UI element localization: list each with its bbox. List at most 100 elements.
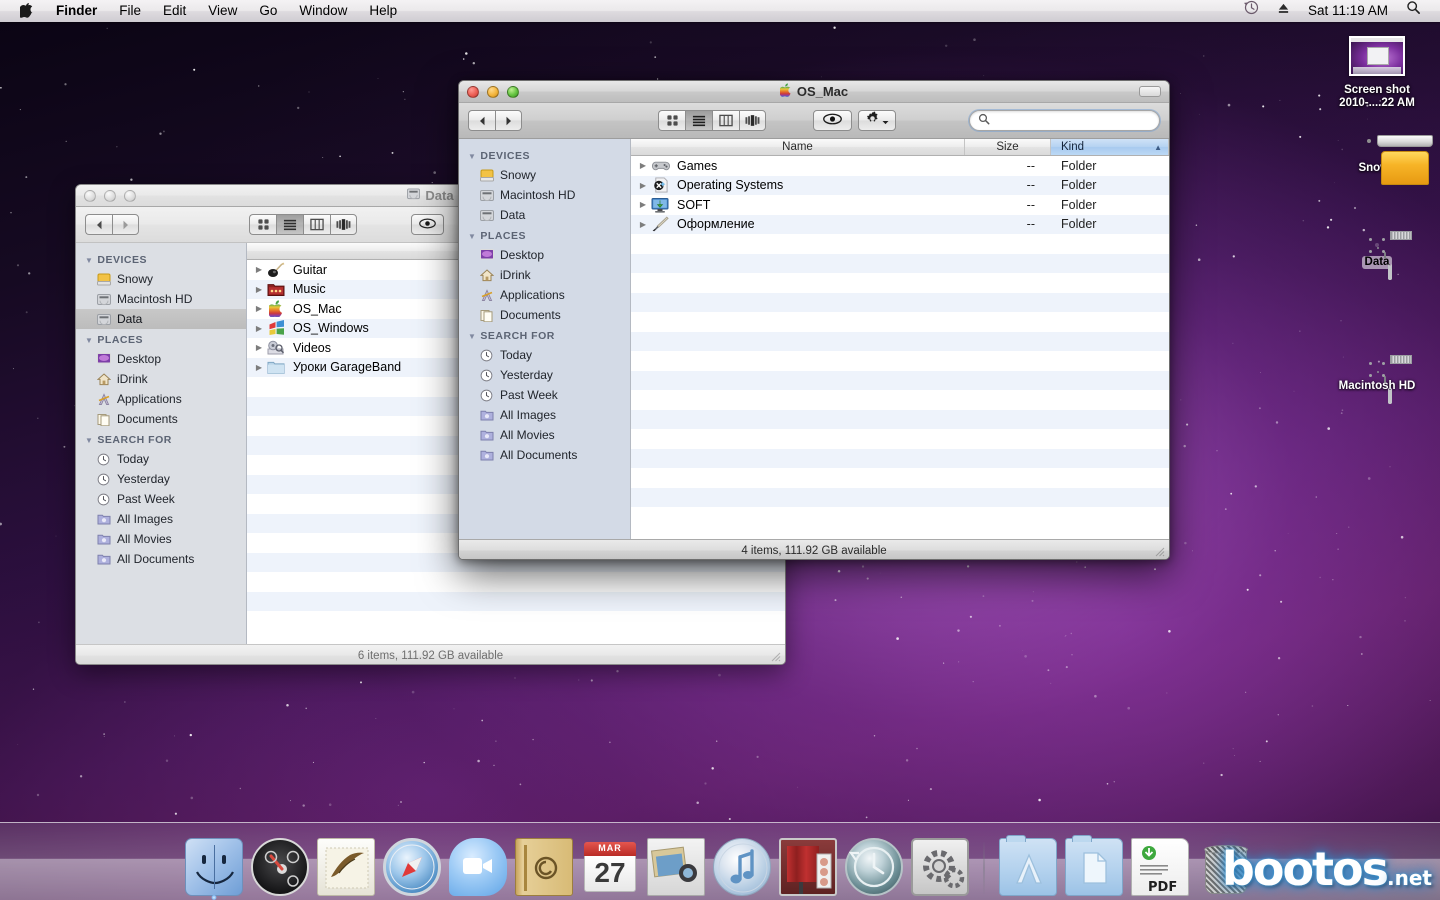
sidebar-item-desktop[interactable]: Desktop — [76, 349, 246, 369]
dock-item-address-book[interactable] — [515, 838, 573, 896]
sidebar-item-desktop[interactable]: Desktop — [459, 245, 630, 265]
dock-item-iphoto[interactable] — [647, 838, 705, 896]
sidebar-section-places[interactable]: ▼ PLACES — [76, 329, 246, 349]
dock-item-pdf-file[interactable]: PDF — [1131, 838, 1189, 896]
sidebar-item-macintosh-hd[interactable]: Macintosh HD — [459, 185, 630, 205]
eject-icon[interactable] — [1268, 0, 1299, 22]
sidebar-item-data[interactable]: Data — [459, 205, 630, 225]
window-controls[interactable] — [459, 85, 519, 98]
search-input[interactable] — [969, 110, 1160, 131]
disclosure-triangle-icon[interactable]: ▶ — [247, 363, 265, 372]
navigation-buttons[interactable] — [468, 110, 522, 131]
column-header-kind[interactable]: Kind ▲ — [1051, 139, 1169, 155]
sidebar-item-documents[interactable]: Documents — [76, 409, 246, 429]
list-icon[interactable] — [685, 110, 712, 131]
sidebar-item-all-documents[interactable]: All Documents — [459, 445, 630, 465]
back-arrow-icon[interactable] — [85, 214, 112, 235]
toolbar-toggle-button[interactable] — [1139, 86, 1161, 97]
table-row[interactable]: ▶ Оформление -- Folder — [631, 214, 1169, 234]
sidebar-item-all-documents[interactable]: All Documents — [76, 549, 246, 569]
sidebar[interactable]: ▼ DEVICES Snowy Macintosh HD Data ▼ PLAC… — [459, 139, 631, 539]
sidebar-item-yesterday[interactable]: Yesterday — [76, 469, 246, 489]
dock-item-finder[interactable] — [185, 838, 243, 900]
sidebar-item-past-week[interactable]: Past Week — [76, 489, 246, 509]
sidebar-item-snowy[interactable]: Snowy — [459, 165, 630, 185]
view-mode-buttons[interactable] — [658, 110, 766, 131]
minimize-button[interactable] — [104, 189, 116, 202]
finder-window-os-mac[interactable]: OS_Mac ▼ DEVICES Snowy Macintosh HD Data… — [458, 80, 1170, 560]
dock-item-safari[interactable] — [383, 838, 441, 896]
disclosure-triangle-icon[interactable]: ▶ — [631, 161, 649, 170]
list-icon[interactable] — [276, 214, 303, 235]
sidebar-item-today[interactable]: Today — [76, 449, 246, 469]
zoom-button[interactable] — [507, 85, 519, 98]
back-arrow-icon[interactable] — [468, 110, 495, 131]
menu-file[interactable]: File — [108, 0, 152, 22]
dock-item-ichat[interactable] — [449, 838, 507, 896]
disclosure-triangle-icon[interactable]: ▶ — [631, 181, 649, 190]
navigation-buttons[interactable] — [85, 214, 139, 235]
sidebar-section-devices[interactable]: ▼ DEVICES — [459, 145, 630, 165]
forward-arrow-icon[interactable] — [495, 110, 522, 131]
dock-item-mail[interactable] — [317, 838, 375, 896]
search-text-field[interactable] — [994, 113, 1151, 128]
sidebar-item-idrink[interactable]: iDrink — [76, 369, 246, 389]
apple-logo-icon[interactable] — [9, 0, 45, 22]
menu-bar-clock[interactable]: Sat 11:19 AM — [1299, 0, 1397, 22]
action-menu-button[interactable] — [858, 110, 897, 131]
close-button[interactable] — [467, 85, 479, 98]
minimize-button[interactable] — [487, 85, 499, 98]
columns-icon[interactable] — [303, 214, 330, 235]
menu-go[interactable]: Go — [248, 0, 288, 22]
desktop-icon-macintosh-hd[interactable]: Macintosh HD — [1324, 355, 1430, 404]
sidebar-item-documents[interactable]: Documents — [459, 305, 630, 325]
column-header-size[interactable]: Size — [965, 139, 1051, 155]
sidebar-item-past-week[interactable]: Past Week — [459, 385, 630, 405]
sidebar-item-idrink[interactable]: iDrink — [459, 265, 630, 285]
column-header-name[interactable]: Name — [631, 139, 965, 155]
menu-help[interactable]: Help — [358, 0, 408, 22]
menu-finder[interactable]: Finder — [45, 0, 108, 22]
sidebar-section-places[interactable]: ▼ PLACES — [459, 225, 630, 245]
disclosure-triangle-icon[interactable]: ▶ — [247, 304, 265, 313]
resize-grip[interactable] — [1153, 545, 1166, 558]
resize-grip[interactable] — [769, 650, 782, 663]
desktop-icon-data[interactable]: Data — [1324, 231, 1430, 280]
columns-icon[interactable] — [712, 110, 739, 131]
sidebar-item-all-images[interactable]: All Images — [459, 405, 630, 425]
dock-item-itunes[interactable] — [713, 838, 771, 896]
sidebar-section-search-for[interactable]: ▼ SEARCH FOR — [459, 325, 630, 345]
sidebar-item-yesterday[interactable]: Yesterday — [459, 365, 630, 385]
coverflow-icon[interactable] — [739, 110, 766, 131]
dock-item-time-machine[interactable] — [845, 838, 903, 896]
desktop-icon-screenshot[interactable]: Screen shot 2010-....22 AM — [1324, 34, 1430, 111]
dock-item-system-preferences[interactable] — [911, 838, 969, 896]
sidebar-item-data[interactable]: Data — [76, 309, 246, 329]
window-controls[interactable] — [76, 189, 136, 202]
sidebar-section-search-for[interactable]: ▼ SEARCH FOR — [76, 429, 246, 449]
menu-window[interactable]: Window — [288, 0, 358, 22]
menu-view[interactable]: View — [197, 0, 248, 22]
menu-edit[interactable]: Edit — [152, 0, 197, 22]
coverflow-icon[interactable] — [330, 214, 357, 235]
sidebar-item-all-movies[interactable]: All Movies — [459, 425, 630, 445]
desktop-icon-snowy[interactable]: Snowy — [1324, 135, 1433, 185]
dock-item-documents-folder[interactable] — [1065, 835, 1123, 896]
disclosure-triangle-icon[interactable]: ▶ — [631, 220, 649, 229]
sidebar-section-devices[interactable]: ▼ DEVICES — [76, 249, 246, 269]
sidebar-item-today[interactable]: Today — [459, 345, 630, 365]
grid-icon[interactable] — [249, 214, 276, 235]
dock-item-ical[interactable]: MAR 27 — [581, 838, 639, 896]
view-mode-buttons[interactable] — [249, 214, 357, 235]
dock-item-applications-folder[interactable] — [999, 835, 1057, 896]
sidebar-item-all-movies[interactable]: All Movies — [76, 529, 246, 549]
table-row[interactable]: ▶ Operating Systems -- Folder — [631, 175, 1169, 195]
sidebar-item-applications[interactable]: Applications — [76, 389, 246, 409]
disclosure-triangle-icon[interactable]: ▶ — [631, 200, 649, 209]
quicklook-button[interactable] — [813, 110, 853, 131]
sidebar-item-macintosh-hd[interactable]: Macintosh HD — [76, 289, 246, 309]
search-icon[interactable] — [1397, 0, 1430, 22]
table-row[interactable]: ▶ Games -- Folder — [631, 156, 1169, 176]
sidebar-item-all-images[interactable]: All Images — [76, 509, 246, 529]
table-row[interactable]: ▶ SOFT -- Folder — [631, 195, 1169, 215]
